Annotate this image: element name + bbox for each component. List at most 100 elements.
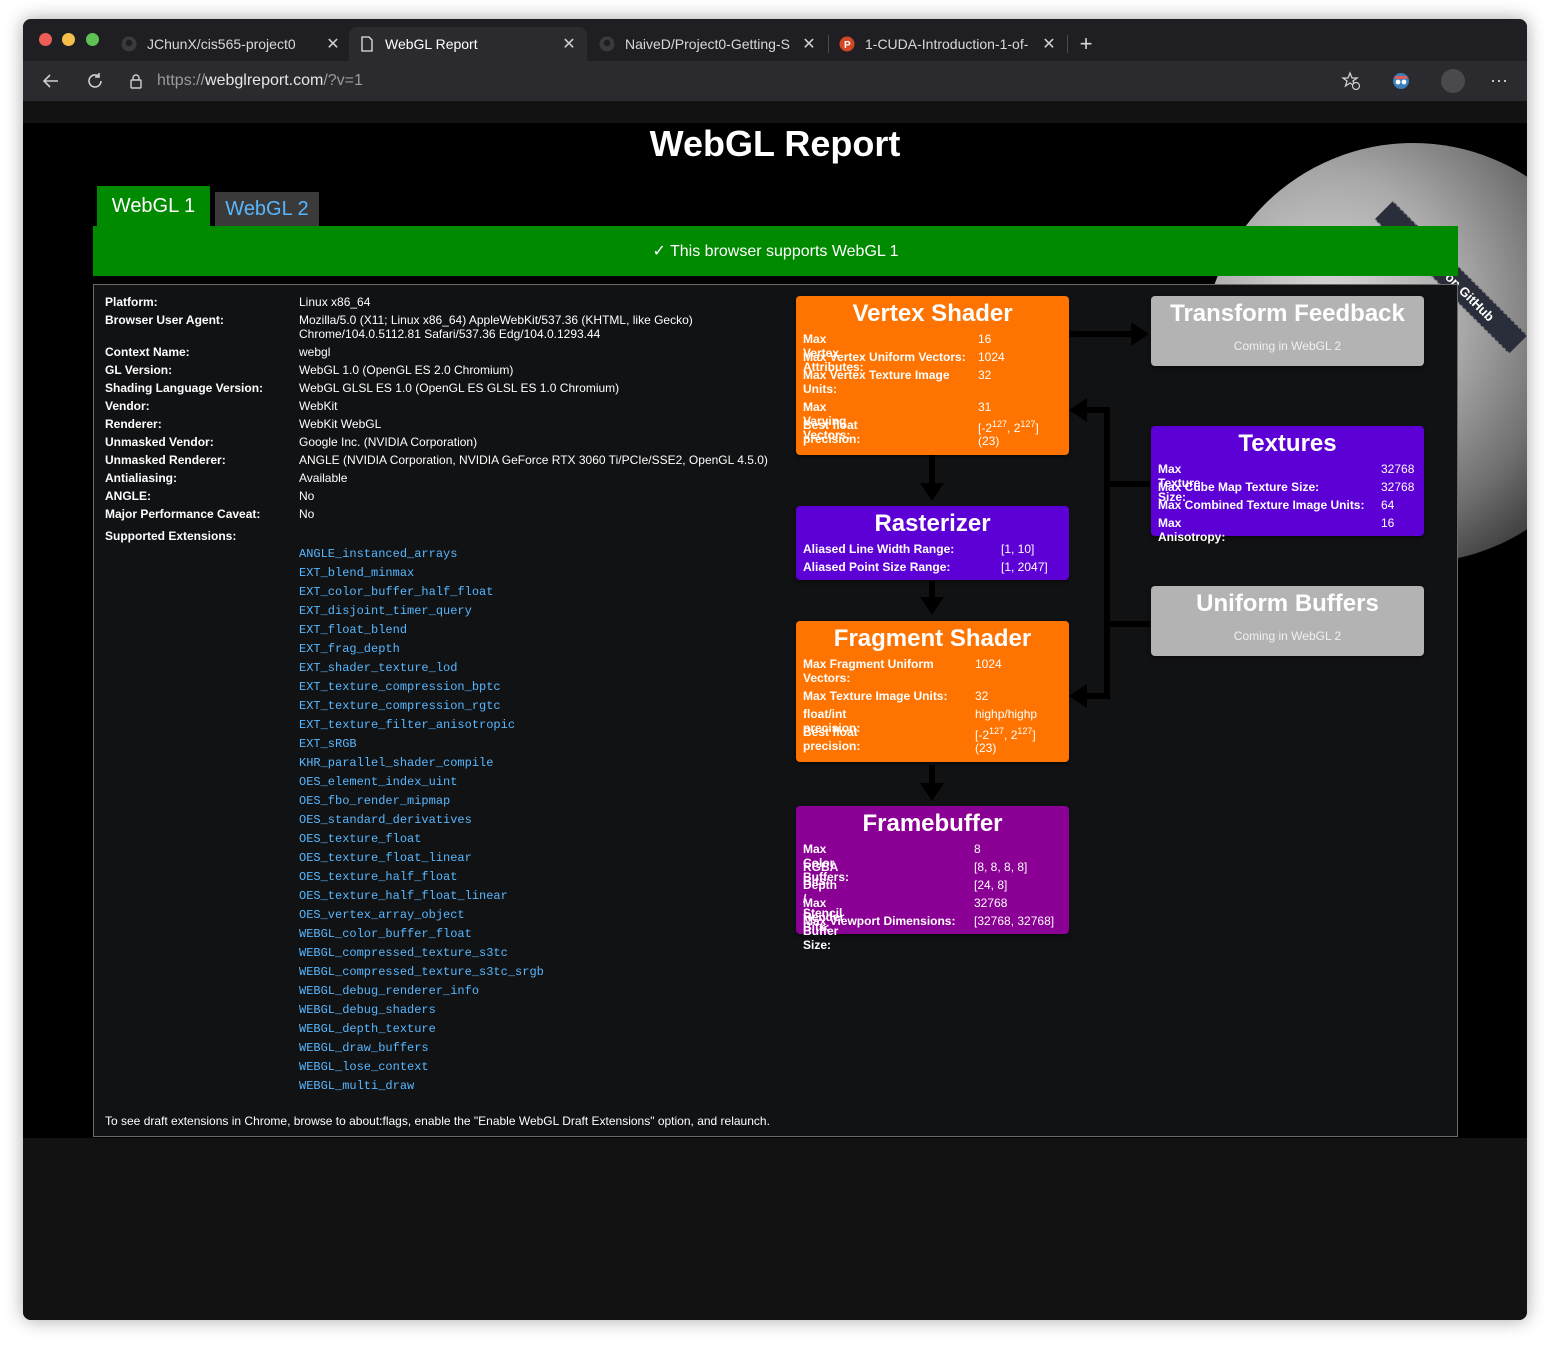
rasterizer-box: Rasterizer Aliased Line Width Range: [1, … [796,506,1069,580]
extension-link[interactable]: OES_fbo_render_mipmap [299,794,450,808]
fragment-shader-title: Fragment Shader [833,625,1032,652]
info-value: WebKit WebGL [299,417,382,431]
info-row: Supported Extensions: [105,529,795,545]
extension-link[interactable]: ANGLE_instanced_arrays [299,547,457,561]
info-label: Vendor: [105,399,150,413]
browser-window: JChunX/cis565-project0 ✕ WebGL Report ✕ … [23,19,1527,1320]
extension-link[interactable]: EXT_color_buffer_half_float [299,585,493,599]
tab-title: JChunX/cis565-project0 [147,36,296,52]
extension-link[interactable]: OES_vertex_array_object [299,908,465,922]
extension-link[interactable]: WEBGL_depth_texture [299,1022,436,1036]
arrow-head [1069,684,1087,708]
info-label: ANGLE: [105,489,151,503]
arrow-bus-to-vertex [1084,407,1110,413]
page-content: Fork me on GitHub WebGL Report WebGL 1 W… [23,101,1527,1320]
stat-value: 64 [1381,498,1395,512]
extension-link[interactable]: EXT_texture_compression_rgtc [299,699,501,713]
refresh-button[interactable] [81,67,109,95]
maximize-window-button[interactable] [86,33,99,46]
info-row: Unmasked Vendor: Google Inc. (NVIDIA Corp… [105,435,795,451]
extension-link[interactable]: EXT_shader_texture_lod [299,661,457,675]
vertex-shader-box: Vertex Shader Max Vertex Attributes: 16 M… [796,296,1069,455]
favorite-button[interactable] [1337,67,1365,95]
extension-link[interactable]: OES_texture_float [299,832,421,846]
back-arrow-icon [42,74,58,88]
info-row: Vendor: WebKit [105,399,795,415]
fragment-shader-box: Fragment Shader Max Fragment Uniform 1024… [796,621,1069,762]
back-button[interactable] [37,67,65,95]
extension-link[interactable]: WEBGL_lose_context [299,1060,429,1074]
plus-icon: + [1079,31,1093,56]
extension-link[interactable]: EXT_disjoint_timer_query [299,604,472,618]
extension-link[interactable]: OES_standard_derivatives [299,813,472,827]
extension-link[interactable]: KHR_parallel_shader_compile [299,756,493,770]
extension-link[interactable]: EXT_texture_filter_anisotropic [299,718,515,732]
page-title: WebGL Report [649,123,901,164]
extension-link[interactable]: EXT_float_blend [299,623,407,637]
extension-link[interactable]: EXT_texture_compression_bptc [299,680,501,694]
extension-link[interactable]: OES_texture_half_float_linear [299,889,508,903]
framebuffer-box: Framebuffer Max Color Buffers: 8 RGBA Bit… [796,806,1069,952]
info-value: Linux x86_64 [299,295,371,309]
extension-link[interactable]: WEBGL_multi_draw [299,1079,414,1093]
refresh-icon [88,73,102,88]
new-tab-button[interactable]: + [1071,27,1101,61]
uniform-buffers-box: Uniform Buffers Coming in WebGL 2 [1151,586,1424,656]
stat-value: 32768 [974,896,1008,910]
info-value: WebKit [299,399,338,413]
extension-link[interactable]: WEBGL_compressed_texture_s3tc_srgb [299,965,544,979]
info-row: Renderer: WebKit WebGL [105,417,795,433]
info-value: Chrome/104.0.5112.81 Safari/537.36 Edg/1… [299,327,601,341]
vertex-shader-title: Vertex Shader [852,300,1013,327]
browser-tab[interactable]: NaiveD/Project0-Getting-S ✕ [589,27,827,61]
info-row: Antialiasing: Available [105,471,795,487]
stat-value: 1024 [975,657,1002,671]
tab-webgl1[interactable]: WebGL 1 [97,186,210,226]
browser-tab-active[interactable]: WebGL Report ✕ [349,27,587,61]
close-window-button[interactable] [39,33,52,46]
powerpoint-icon: P [839,36,855,52]
address-bar[interactable]: https://webglreport.com/?v=1 [129,65,1409,97]
extension-link[interactable]: EXT_blend_minmax [299,566,414,580]
tab-webgl2[interactable]: WebGL 2 [215,192,319,226]
minimize-window-button[interactable] [62,33,75,46]
more-menu-button[interactable]: ⋯ [1485,67,1513,95]
info-value: WebGL GLSL ES 1.0 (OpenGL ES GLSL ES 1.0… [299,381,620,395]
info-label: GL Version: [105,363,173,377]
info-label: Antialiasing: [105,471,178,485]
extension-link[interactable]: EXT_frag_depth [299,642,400,656]
stat-value: [1, 2047] [1001,560,1048,574]
extension-link[interactable]: WEBGL_compressed_texture_s3tc [299,946,508,960]
close-icon[interactable]: ✕ [801,34,817,54]
stat-label: Max Anisotropy: [1158,516,1226,544]
info-value: Mozilla/5.0 (X11; Linux x86_64) AppleWeb… [299,313,693,327]
textures-title: Textures [1238,430,1337,457]
extension-link[interactable]: OES_texture_half_float [299,870,457,884]
extension-link[interactable]: WEBGL_draw_buffers [299,1041,429,1055]
stat-label: Vectors: [803,671,851,685]
extension-button[interactable] [1387,67,1415,95]
close-icon[interactable]: ✕ [325,34,341,54]
info-value: No [299,489,315,503]
info-value: Available [299,471,348,485]
stat-value: 1024 [978,350,1005,364]
info-row: Unmasked Renderer: ANGLE (NVIDIA Corporat… [105,453,795,469]
info-label: Unmasked Vendor: [105,435,214,449]
extension-link[interactable]: WEBGL_color_buffer_float [299,927,472,941]
extension-link[interactable]: WEBGL_debug_renderer_info [299,984,479,998]
arrow-uniforms-to-bus [1110,621,1150,627]
close-icon[interactable]: ✕ [1041,34,1057,54]
browser-tab[interactable]: JChunX/cis565-project0 ✕ [111,27,351,61]
stat-value: 31 [978,400,992,414]
browser-tab[interactable]: P 1-CUDA-Introduction-1-of- ✕ [829,27,1067,61]
github-icon [121,36,137,52]
extension-link[interactable]: OES_element_index_uint [299,775,457,789]
profile-avatar[interactable] [1439,67,1467,95]
extension-link[interactable]: OES_texture_float_linear [299,851,472,865]
stat-value: [24, 8] [974,878,1008,892]
close-icon[interactable]: ✕ [561,34,577,54]
extension-link[interactable]: EXT_sRGB [299,737,357,751]
tab-title: 1-CUDA-Introduction-1-of- [865,36,1029,52]
stat-value: 32 [975,689,989,703]
extension-link[interactable]: WEBGL_debug_shaders [299,1003,436,1017]
